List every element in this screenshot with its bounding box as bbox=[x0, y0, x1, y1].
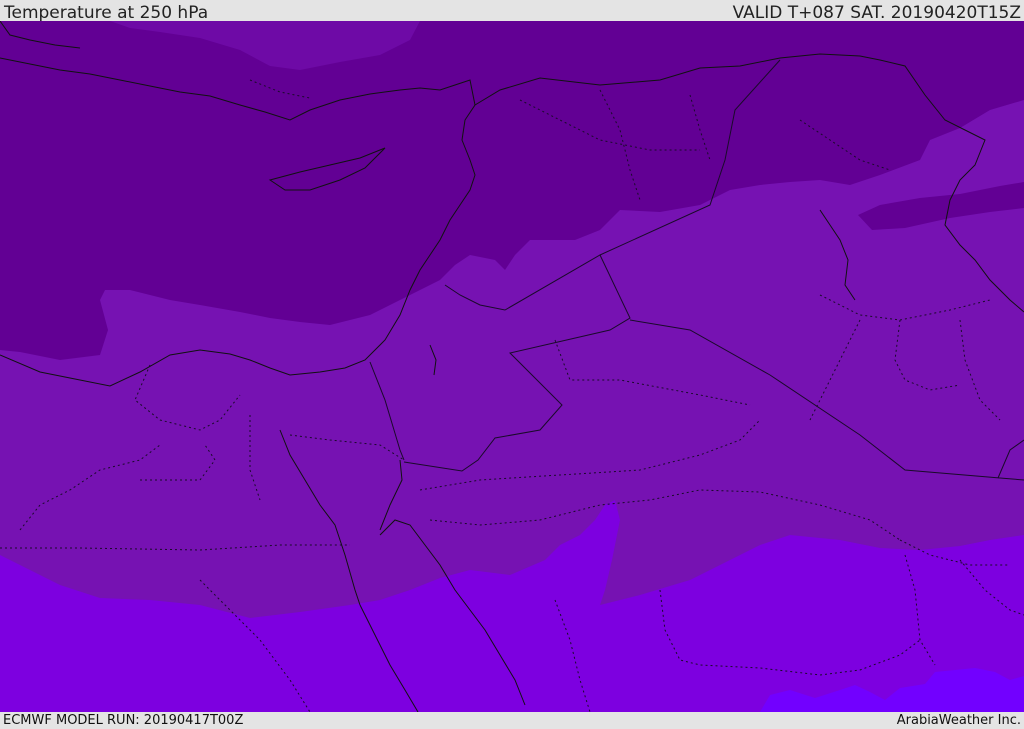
footer-bar: ECMWF MODEL RUN: 20190417T00Z ArabiaWeat… bbox=[0, 712, 1024, 729]
header-bar: Temperature at 250 hPa VALID T+087 SAT. … bbox=[0, 0, 1024, 23]
valid-time: VALID T+087 SAT. 20190420T15Z bbox=[732, 3, 1021, 23]
credit-label: ArabiaWeather Inc. bbox=[896, 713, 1021, 728]
map-panel[interactable] bbox=[0, 21, 1024, 712]
temperature-map bbox=[0, 21, 1024, 712]
map-title: Temperature at 250 hPa bbox=[4, 3, 209, 23]
model-run-label: ECMWF MODEL RUN: 20190417T00Z bbox=[3, 713, 244, 728]
